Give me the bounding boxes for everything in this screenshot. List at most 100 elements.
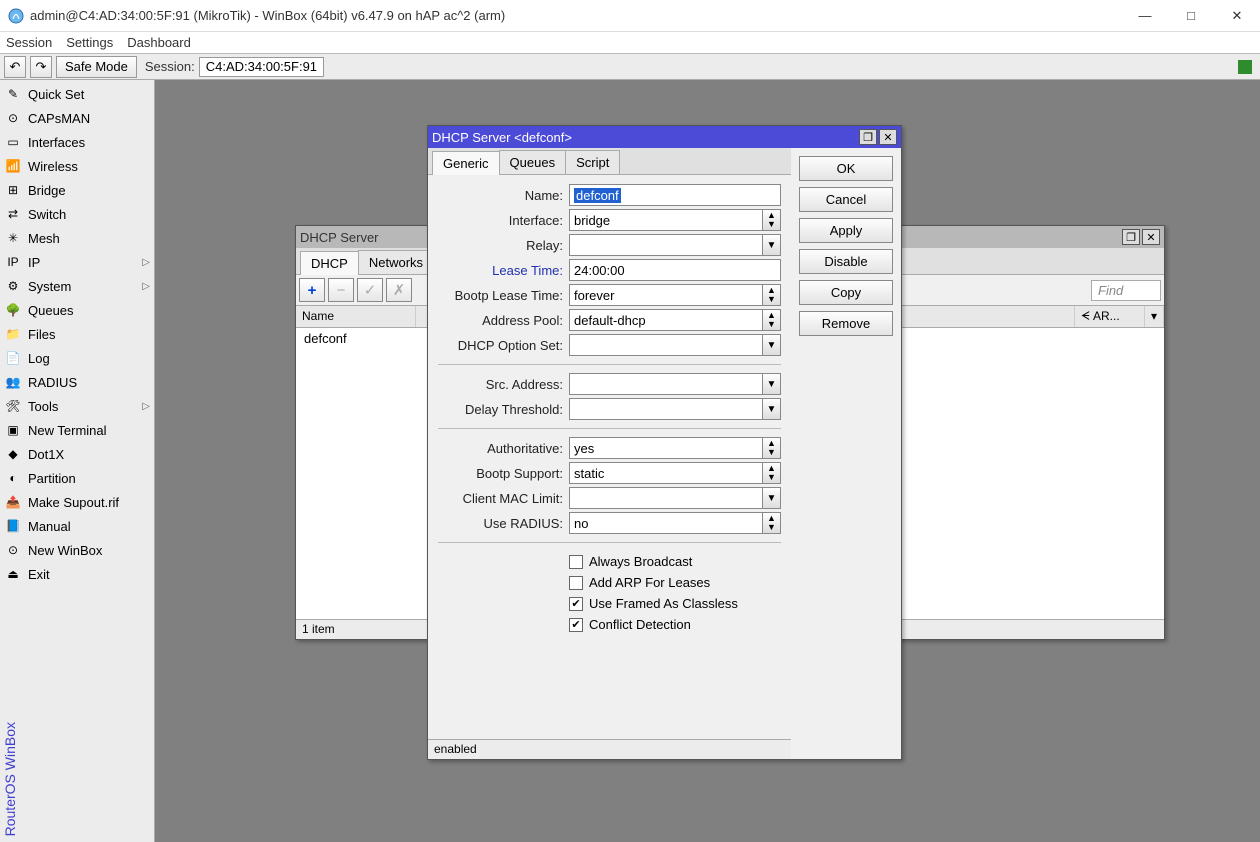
sidebar-item-queues[interactable]: 🌳Queues — [0, 298, 154, 322]
dropdown-arrow-icon[interactable]: ▲▼ — [762, 285, 780, 305]
ok-button[interactable]: OK — [799, 156, 893, 181]
sidebar-item-label: Interfaces — [28, 135, 85, 150]
dropdown-arrow-icon[interactable]: ▲▼ — [762, 210, 780, 230]
dropdown-arrow-icon[interactable]: ▼ — [762, 235, 780, 255]
sidebar-item-switch[interactable]: ⇄Switch — [0, 202, 154, 226]
sidebar-item-log[interactable]: 📄Log — [0, 346, 154, 370]
field-useradius: Use RADIUS:no▲▼ — [438, 512, 781, 534]
optionset-input[interactable]: ▼ — [569, 334, 781, 356]
dialog-close-button[interactable]: ✕ — [879, 129, 897, 145]
sidebar-item-files[interactable]: 📁Files — [0, 322, 154, 346]
list-window-restore-button[interactable]: ❐ — [1122, 229, 1140, 245]
checkbox-always-broadcast[interactable]: Always Broadcast — [438, 551, 781, 572]
delaythr-input[interactable]: ▼ — [569, 398, 781, 420]
disable-button[interactable]: Disable — [799, 249, 893, 274]
dhcp-server-dialog[interactable]: DHCP Server <defconf> ❐ ✕ Generic Queues… — [427, 125, 902, 760]
sidebar-item-mesh[interactable]: ✳Mesh — [0, 226, 154, 250]
remove-button[interactable]: Remove — [799, 311, 893, 336]
tab-generic[interactable]: Generic — [432, 151, 500, 175]
disable-button[interactable]: ✗ — [386, 278, 412, 302]
sidebar-icon: ⏏ — [4, 565, 22, 583]
dropdown-arrow-icon[interactable]: ▲▼ — [762, 513, 780, 533]
minimize-button[interactable]: — — [1122, 0, 1168, 31]
checkbox-use-framed-as-classless[interactable]: ✔Use Framed As Classless — [438, 593, 781, 614]
sidebar-item-system[interactable]: ⚙System▷ — [0, 274, 154, 298]
enable-button[interactable]: ✓ — [357, 278, 383, 302]
apply-button[interactable]: Apply — [799, 218, 893, 243]
srcaddr-input[interactable]: ▼ — [569, 373, 781, 395]
find-input[interactable]: Find — [1091, 280, 1161, 301]
dialog-titlebar[interactable]: DHCP Server <defconf> ❐ ✕ — [428, 126, 901, 148]
checkbox-conflict-detection[interactable]: ✔Conflict Detection — [438, 614, 781, 635]
add-button[interactable]: + — [299, 278, 325, 302]
sidebar-item-new-terminal[interactable]: ▣New Terminal — [0, 418, 154, 442]
clientmaclimit-input[interactable]: ▼ — [569, 487, 781, 509]
safe-mode-button[interactable]: Safe Mode — [56, 56, 137, 78]
sidebar-icon: 📄 — [4, 349, 22, 367]
checkbox-add-arp-for-leases[interactable]: Add ARP For Leases — [438, 572, 781, 593]
sidebar-item-ip[interactable]: IPIP▷ — [0, 250, 154, 274]
dropdown-arrow-icon[interactable]: ▲▼ — [762, 438, 780, 458]
authoritative-input[interactable]: yes▲▼ — [569, 437, 781, 459]
dialog-restore-button[interactable]: ❐ — [859, 129, 877, 145]
tab-script[interactable]: Script — [565, 150, 620, 174]
cancel-button[interactable]: Cancel — [799, 187, 893, 212]
dropdown-arrow-icon[interactable]: ▼ — [762, 335, 780, 355]
sidebar-item-quick-set[interactable]: ✎Quick Set — [0, 82, 154, 106]
sidebar-item-dot1x[interactable]: ◆Dot1X — [0, 442, 154, 466]
addresspool-input[interactable]: default-dhcp▲▼ — [569, 309, 781, 331]
leasetime-input[interactable]: 24:00:00 — [569, 259, 781, 281]
field-addresspool: Address Pool:default-dhcp▲▼ — [438, 309, 781, 331]
sidebar-item-interfaces[interactable]: ▭Interfaces — [0, 130, 154, 154]
checkbox-icon — [569, 576, 583, 590]
menu-settings[interactable]: Settings — [66, 35, 113, 50]
col-menu[interactable]: ▾ — [1145, 306, 1164, 327]
redo-button[interactable]: ↷ — [30, 56, 52, 78]
col-ar[interactable]: ᗕ AR... — [1075, 306, 1145, 327]
sidebar-item-bridge[interactable]: ⊞Bridge — [0, 178, 154, 202]
tab-networks[interactable]: Networks — [358, 250, 434, 274]
sidebar-item-manual[interactable]: 📘Manual — [0, 514, 154, 538]
dropdown-arrow-icon[interactable]: ▼ — [762, 374, 780, 394]
close-button[interactable]: ✕ — [1214, 0, 1260, 31]
col-name[interactable]: Name — [296, 306, 416, 327]
interface-input[interactable]: bridge▲▼ — [569, 209, 781, 231]
copy-button[interactable]: Copy — [799, 280, 893, 305]
dropdown-arrow-icon[interactable]: ▲▼ — [762, 463, 780, 483]
sidebar-item-new-winbox[interactable]: ⊙New WinBox — [0, 538, 154, 562]
sidebar-item-capsman[interactable]: ⊙CAPsMAN — [0, 106, 154, 130]
sidebar-icon: 📘 — [4, 517, 22, 535]
field-label: Relay: — [438, 238, 563, 253]
sidebar-item-label: System — [28, 279, 71, 294]
sidebar-item-partition[interactable]: ◐Partition — [0, 466, 154, 490]
name-input[interactable]: defconf — [569, 184, 781, 206]
maximize-button[interactable]: □ — [1168, 0, 1214, 31]
sidebar-item-label: Dot1X — [28, 447, 64, 462]
sidebar-icon: 📶 — [4, 157, 22, 175]
useradius-input[interactable]: no▲▼ — [569, 512, 781, 534]
sidebar-item-tools[interactable]: 🛠Tools▷ — [0, 394, 154, 418]
field-label: Name: — [438, 188, 563, 203]
menu-dashboard[interactable]: Dashboard — [127, 35, 191, 50]
sidebar-item-make-supout-rif[interactable]: 📤Make Supout.rif — [0, 490, 154, 514]
undo-button[interactable]: ↶ — [4, 56, 26, 78]
list-window-close-button[interactable]: ✕ — [1142, 229, 1160, 245]
dropdown-arrow-icon[interactable]: ▼ — [762, 399, 780, 419]
relay-input[interactable]: ▼ — [569, 234, 781, 256]
sidebar-item-exit[interactable]: ⏏Exit — [0, 562, 154, 586]
dropdown-arrow-icon[interactable]: ▲▼ — [762, 310, 780, 330]
dropdown-arrow-icon[interactable]: ▼ — [762, 488, 780, 508]
tab-queues[interactable]: Queues — [499, 150, 567, 174]
sidebar-item-wireless[interactable]: 📶Wireless — [0, 154, 154, 178]
menu-session[interactable]: Session — [6, 35, 52, 50]
bootpsupport-input[interactable]: static▲▼ — [569, 462, 781, 484]
field-label: Authoritative: — [438, 441, 563, 456]
sidebar-item-radius[interactable]: 👥RADIUS — [0, 370, 154, 394]
field-optionset: DHCP Option Set:▼ — [438, 334, 781, 356]
bootplease-input[interactable]: forever▲▼ — [569, 284, 781, 306]
remove-button[interactable]: − — [328, 278, 354, 302]
sidebar-icon: 📤 — [4, 493, 22, 511]
checkbox-icon: ✔ — [569, 597, 583, 611]
tab-dhcp[interactable]: DHCP — [300, 251, 359, 275]
field-label: Delay Threshold: — [438, 402, 563, 417]
